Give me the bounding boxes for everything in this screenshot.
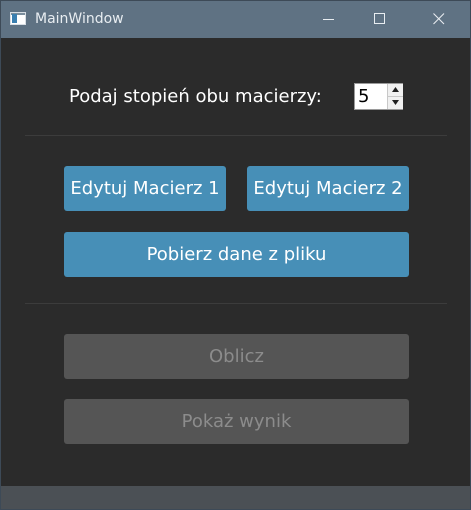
close-icon xyxy=(433,13,445,25)
arrow-down-icon xyxy=(392,100,399,105)
minimize-icon xyxy=(323,19,334,20)
spin-down-button[interactable] xyxy=(388,97,403,109)
arrow-up-icon xyxy=(392,87,399,92)
degree-spinbox[interactable] xyxy=(354,83,403,110)
status-bar xyxy=(1,486,470,509)
spin-up-button[interactable] xyxy=(388,84,403,97)
calculate-button[interactable]: Oblicz xyxy=(64,334,409,379)
maximize-button[interactable] xyxy=(357,1,403,38)
edit-matrix-2-button[interactable]: Edytuj Macierz 2 xyxy=(247,166,409,211)
separator-bottom xyxy=(25,303,447,304)
separator-top xyxy=(25,135,447,136)
main-window: MainWindow Podaj stopień obu macierzy: 5… xyxy=(0,0,471,510)
maximize-icon xyxy=(374,13,385,24)
degree-label: Podaj stopień obu macierzy: xyxy=(69,86,322,107)
edit-matrix-1-button[interactable]: Edytuj Macierz 1 xyxy=(64,166,226,211)
show-result-button[interactable]: Pokaż wynik xyxy=(64,399,409,444)
minimize-button[interactable] xyxy=(306,1,352,38)
app-icon xyxy=(10,12,26,25)
window-title: MainWindow xyxy=(35,11,124,27)
title-bar[interactable]: MainWindow xyxy=(1,1,470,38)
central-widget: Podaj stopień obu macierzy: Edytuj Macie… xyxy=(1,38,470,486)
load-from-file-button[interactable]: Pobierz dane z pliku xyxy=(64,232,409,277)
degree-input[interactable] xyxy=(355,84,387,109)
spin-arrows xyxy=(387,84,403,109)
close-button[interactable] xyxy=(416,1,462,38)
